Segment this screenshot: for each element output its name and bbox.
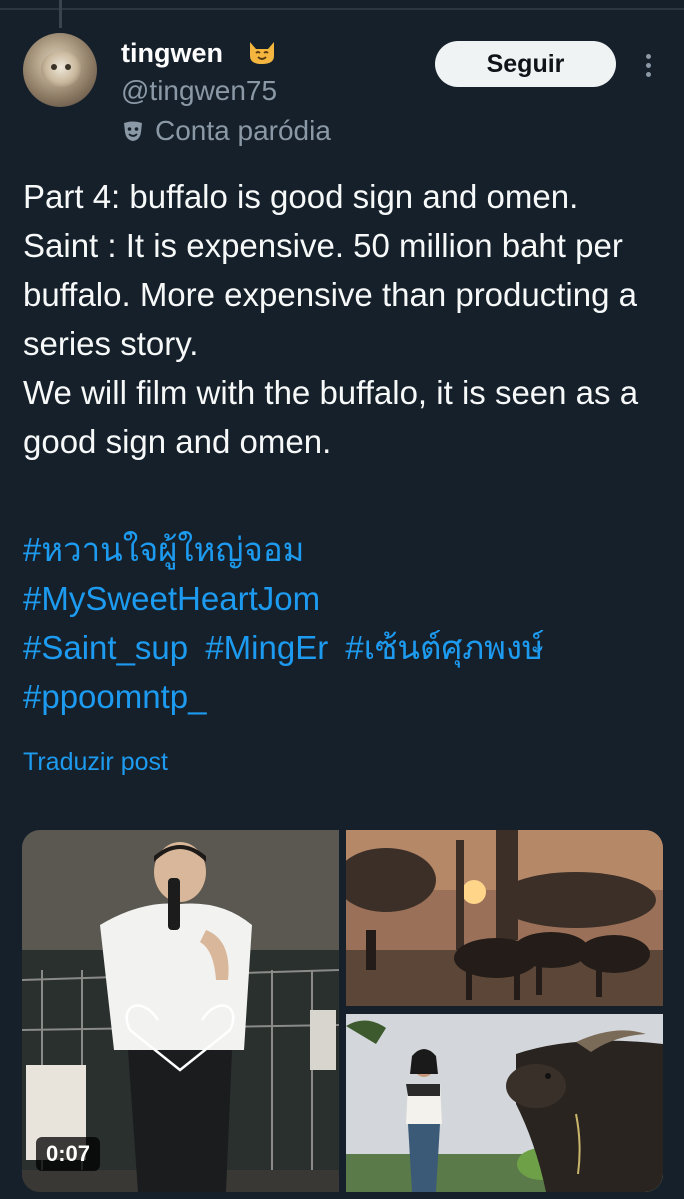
hashtag-link[interactable]: #เซ้นต์ศุภพงษ์: [345, 629, 543, 666]
translate-post-link[interactable]: Traduzir post: [23, 746, 168, 778]
post-hashtags: #หวานใจผู้ใหญ่จอม #MySweetHeartJom #Sain…: [23, 525, 663, 721]
more-options-button[interactable]: [638, 50, 658, 80]
author-display-name[interactable]: tingwen: [121, 36, 223, 70]
video-duration-badge: 0:07: [36, 1137, 101, 1171]
theater-mask-icon: [124, 121, 142, 141]
hashtag-link[interactable]: #Saint_sup: [23, 629, 188, 666]
hashtag-link[interactable]: #ppoomntp_: [23, 678, 206, 715]
hashtag-link[interactable]: #MingEr: [205, 629, 328, 666]
media-grid: 0:07: [22, 830, 663, 1192]
parody-account-label: Conta paródia: [121, 114, 331, 148]
avatar-cat-face: [41, 51, 81, 87]
parody-label-text: Conta paródia: [155, 115, 331, 146]
author-handle[interactable]: @tingwen75: [121, 74, 277, 108]
top-divider: [0, 8, 684, 10]
follow-button[interactable]: Seguir: [435, 41, 616, 87]
thread-connector-line: [59, 0, 62, 28]
avatar[interactable]: [23, 33, 97, 107]
hashtag-link[interactable]: #หวานใจผู้ใหญ่จอม: [23, 531, 304, 568]
cat-face-emoji-icon: [250, 42, 274, 64]
photo-buffalo-sunset-illustration: [346, 830, 663, 1006]
photo-buffalo-sunset[interactable]: [346, 830, 663, 1006]
hashtag-link[interactable]: #MySweetHeartJom: [23, 580, 320, 617]
photo-woman-with-buffalo[interactable]: [346, 1014, 663, 1192]
more-vertical-icon: [645, 54, 651, 59]
video-thumbnail[interactable]: 0:07: [22, 830, 339, 1192]
photo-woman-buffalo-illustration: [346, 1014, 663, 1192]
post-text: Part 4: buffalo is good sign and omen. S…: [23, 178, 639, 460]
